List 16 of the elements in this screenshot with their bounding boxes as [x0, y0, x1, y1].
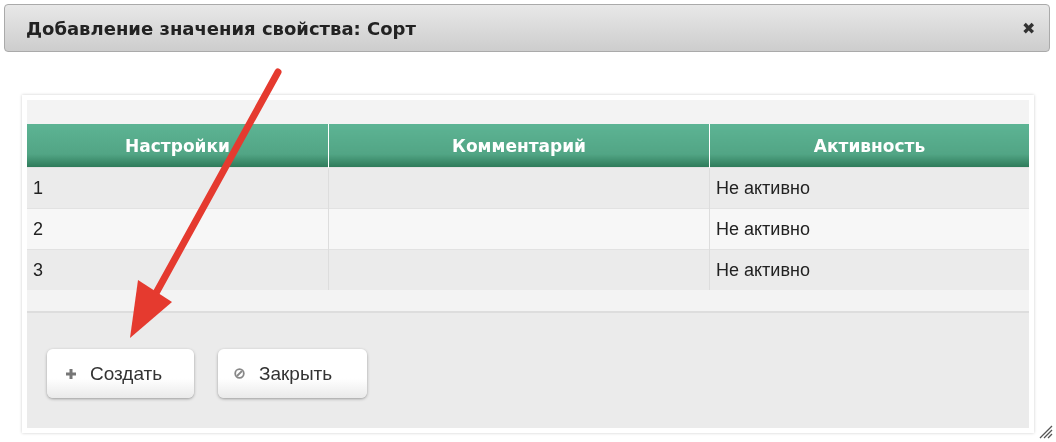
table-cell: 1: [27, 167, 329, 209]
table-cell: 2: [27, 208, 329, 250]
dialog-title: Добавление значения свойства: Сорт: [26, 17, 416, 39]
resize-grip-icon[interactable]: [1039, 425, 1053, 439]
close-button[interactable]: ✖: [1022, 18, 1035, 38]
column-header: Настройки: [27, 124, 329, 168]
column-header: Комментарий: [328, 124, 710, 168]
column-header: Активность: [709, 124, 1029, 168]
table-cell: Не активно: [709, 208, 1029, 250]
plus-icon: [66, 368, 76, 379]
create-button[interactable]: Создать: [47, 349, 194, 398]
table-cell: 3: [27, 249, 329, 290]
table-cell: Не активно: [709, 249, 1029, 290]
prohibited-icon: [234, 368, 245, 379]
table-cell: Не активно: [709, 167, 1029, 209]
close-dialog-button[interactable]: Закрыть: [218, 349, 367, 398]
